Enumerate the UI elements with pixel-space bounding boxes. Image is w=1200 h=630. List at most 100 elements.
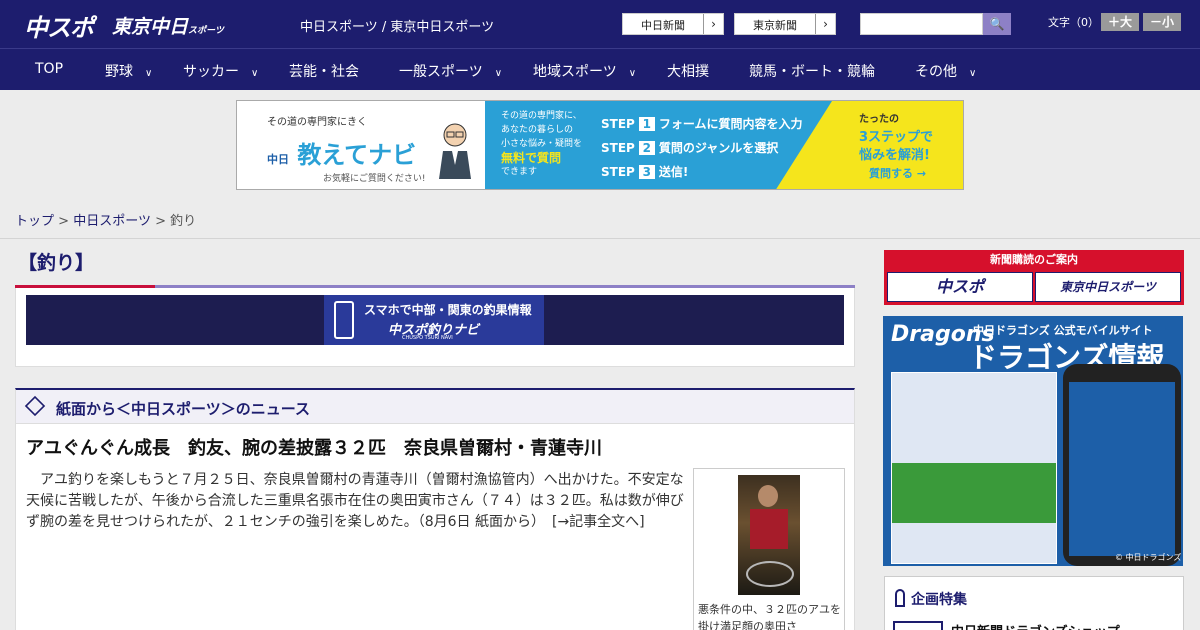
- article-body: アユ釣りを楽しもうと７月２５日、奈良県曽爾村の青蓮寺川（曽爾村漁協管内）へ出かけ…: [26, 470, 686, 533]
- ad-cta-line: 悩みを解消!: [859, 148, 930, 163]
- article-photo[interactable]: [738, 475, 800, 595]
- tokyo-shimbun-link[interactable]: 東京新聞 ›: [734, 13, 836, 35]
- tokyo-shimbun-label: 東京新聞: [753, 19, 797, 32]
- tokyo-logo-small: スポーツ: [188, 26, 224, 36]
- breadcrumb-separator: >: [155, 214, 166, 229]
- tsuri-navi-banner[interactable]: スマホで中部・関東の釣果情報 中スポ釣りナビ CHUSPO TSURI NAVI: [26, 295, 844, 345]
- step-num: 3: [638, 165, 655, 179]
- nav-soccer[interactable]: サッカー ∨: [183, 61, 258, 81]
- breadcrumb-top[interactable]: トップ: [15, 214, 54, 229]
- chevron-right-icon: ›: [815, 14, 835, 34]
- ad-cta-line: 3ステップで: [859, 130, 934, 145]
- navi-line3: CHUSPO TSURI NAVI: [402, 335, 453, 341]
- chevron-down-icon: ∨: [969, 68, 977, 79]
- chuspo-logo[interactable]: 中スポ: [24, 8, 94, 43]
- photo-net: [746, 561, 794, 587]
- chunichi-shimbun-link[interactable]: 中日新聞 ›: [622, 13, 724, 35]
- chevron-down-icon: ∨: [145, 68, 153, 79]
- phone-mock: [1063, 364, 1181, 566]
- subscription-box: 新聞購読のご案内 中スポ 東京中日スポーツ: [884, 250, 1184, 305]
- nav-entertainment[interactable]: 芸能・社会: [289, 61, 359, 81]
- nav-label: 競馬・ボート・競輪: [749, 64, 875, 80]
- page-title: 【釣り】: [18, 252, 95, 274]
- nav-sumo[interactable]: 大相撲: [667, 61, 709, 81]
- ribbon-icon: [895, 589, 905, 607]
- ad-tagline: その道の専門家にきく: [267, 117, 367, 128]
- step-label: STEP: [601, 165, 635, 179]
- step-text: 送信!: [658, 165, 689, 179]
- phone-screen: [1069, 382, 1175, 556]
- ad-desc-highlight: 無料で質問: [501, 151, 562, 165]
- ad-ask-button[interactable]: 質問する →: [869, 165, 926, 181]
- nav-label: 大相撲: [667, 64, 709, 80]
- breadcrumb-current: 釣り: [170, 214, 197, 229]
- chevron-down-icon: ∨: [251, 68, 259, 79]
- photo-caption: 悪条件の中、３２匹のアユを掛け満足顔の奥田さ: [698, 603, 841, 630]
- advisor-illustration: [439, 123, 471, 179]
- article-headline[interactable]: アユぐんぐん成長 釣友、腕の差披露３２匹 奈良県曽爾村・青蓮寺川: [26, 434, 602, 460]
- ad-title: 中日 教えてナビ: [267, 135, 416, 170]
- smartphone-icon: [334, 301, 354, 339]
- subscribe-tokyo-button[interactable]: 東京中日スポーツ: [1035, 272, 1181, 302]
- ad-cta: たったの 3ステップで 悩みを解消!: [859, 111, 933, 165]
- ad-description: その道の専門家に、 あなたの暮らしの 小さな悩み・疑問を 無料で質問 できます: [501, 109, 597, 179]
- baseball-field: [892, 463, 1056, 523]
- nav-label: 地域スポーツ: [533, 64, 617, 80]
- main-nav: TOP 野球 ∨ サッカー ∨ 芸能・社会 一般スポーツ ∨ 地域スポーツ ∨ 大相撲 …: [0, 48, 1200, 90]
- search-input[interactable]: [860, 13, 983, 35]
- chevron-down-icon: ∨: [628, 68, 637, 79]
- oshiete-navi-ad[interactable]: その道の専門家にきく 中日 教えてナビ お気軽にご質問ください! その道の専門家…: [236, 100, 964, 190]
- step-label: STEP: [601, 141, 635, 155]
- chevron-right-icon: ›: [703, 14, 723, 34]
- ad-title-text: 教えてナビ: [297, 141, 417, 169]
- subscription-head: 新聞購読のご案内: [990, 253, 1078, 266]
- photo-shirt: [750, 509, 788, 549]
- chunichi-shimbun-label: 中日新聞: [641, 19, 685, 32]
- tokyo-chunichi-logo[interactable]: 東京中日スポーツ: [112, 12, 224, 39]
- step-text: 質問のジャンルを選択: [658, 141, 779, 155]
- nav-baseball[interactable]: 野球 ∨: [105, 61, 152, 81]
- site-names: 中日スポーツ / 東京中日スポーツ: [300, 20, 495, 35]
- font-size-label: 文字（0）: [1048, 16, 1099, 29]
- ad-cta-line: たったの: [859, 114, 899, 125]
- nav-regional-sports[interactable]: 地域スポーツ ∨: [533, 61, 636, 81]
- step-num: 2: [638, 141, 655, 155]
- top-header: 中スポ 東京中日スポーツ 中日スポーツ / 東京中日スポーツ 中日新聞 › 東京…: [0, 0, 1200, 48]
- breadcrumb-chuspo[interactable]: 中日スポーツ: [73, 214, 151, 229]
- nav-top[interactable]: TOP: [35, 61, 63, 77]
- ad-desc-line: その道の専門家に、: [501, 111, 582, 121]
- ad-step-2: STEP 2 質問のジャンルを選択: [601, 139, 778, 156]
- ad-desc-line: 小さな悩み・疑問を: [501, 139, 583, 149]
- search-button[interactable]: 🔍: [983, 13, 1011, 35]
- feature-title: 企画特集: [911, 592, 967, 608]
- article-photo-box: 悪条件の中、３２匹のアユを掛け満足顔の奥田さ: [693, 468, 845, 630]
- nav-general-sports[interactable]: 一般スポーツ ∨: [399, 61, 502, 81]
- step-label: STEP: [601, 117, 635, 131]
- dragons-mobile-ad[interactable]: Dragons 中日ドラゴンズ 公式モバイルサイト ドラゴンズ情報 © 中日ドラ…: [883, 316, 1183, 566]
- breadcrumb: トップ > 中日スポーツ > 釣り: [15, 210, 196, 229]
- font-bigger-button[interactable]: ＋大: [1101, 13, 1139, 31]
- breadcrumb-separator: >: [58, 214, 70, 229]
- news-card-header: 紙面から＜中日スポーツ＞のニュース: [16, 390, 854, 424]
- nav-label: サッカー: [183, 64, 239, 80]
- read-more-link[interactable]: [→記事全文へ]: [552, 514, 645, 530]
- navi-line1: スマホで中部・関東の釣果情報: [364, 303, 532, 317]
- nav-label: TOP: [35, 61, 64, 77]
- nav-label: 野球: [105, 64, 133, 80]
- newspaper-icon: [24, 395, 46, 417]
- font-smaller-button[interactable]: －小: [1143, 13, 1181, 31]
- nav-racing[interactable]: 競馬・ボート・競輪: [749, 61, 875, 81]
- ad-step-3: STEP 3 送信!: [601, 163, 688, 180]
- news-card: 紙面から＜中日スポーツ＞のニュース アユぐんぐん成長 釣友、腕の差披露３２匹 奈…: [15, 388, 855, 630]
- feature-thumbnail[interactable]: [893, 621, 943, 630]
- photo-face: [758, 485, 778, 507]
- nav-label: 芸能・社会: [289, 64, 359, 80]
- nav-other[interactable]: その他 ∨: [915, 61, 976, 81]
- ad-desc-line: あなたの暮らしの: [501, 125, 574, 135]
- ad-step-1: STEP 1 フォームに質問内容を入力: [601, 115, 802, 132]
- nav-label: 一般スポーツ: [399, 64, 483, 80]
- ad-brand-prefix: 中日: [267, 153, 289, 166]
- subscribe-chuspo-button[interactable]: 中スポ: [887, 272, 1033, 302]
- divider: [0, 238, 1200, 239]
- feature-item[interactable]: 中日新聞ドラゴンズショップ: [951, 621, 1120, 630]
